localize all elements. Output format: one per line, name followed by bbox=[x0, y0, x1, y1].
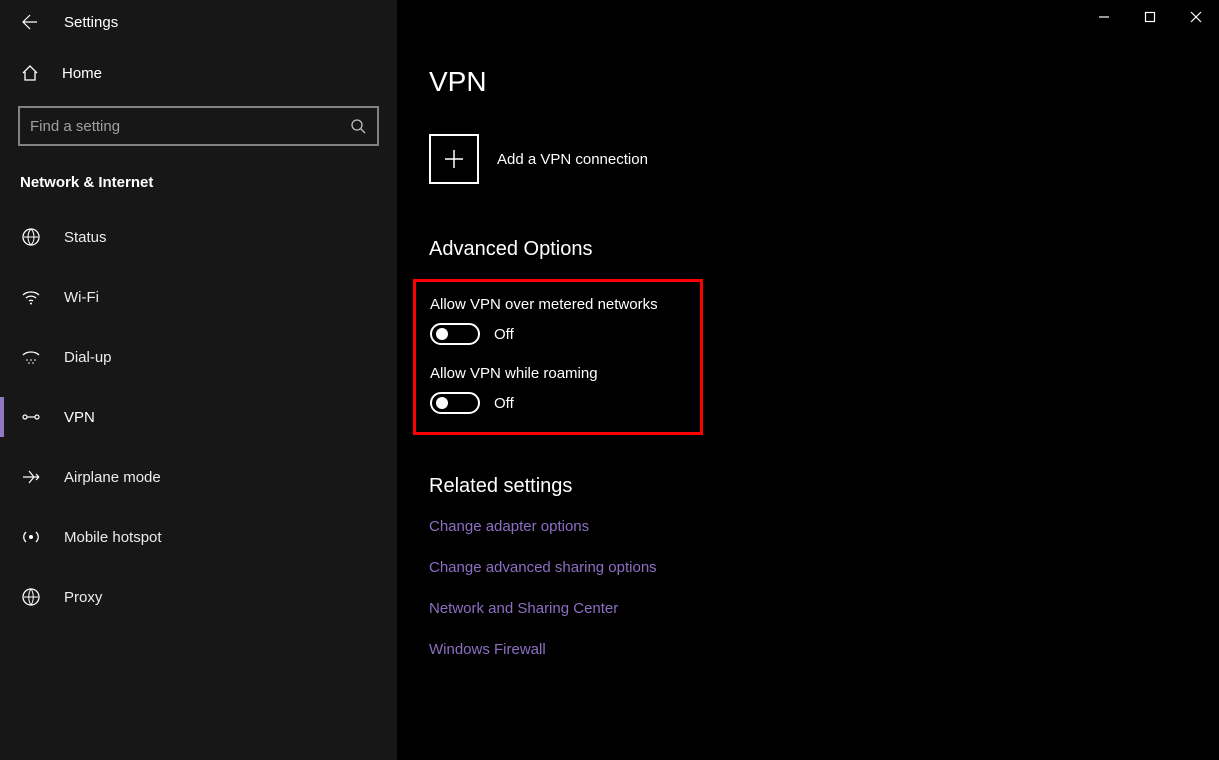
nav-item-airplane[interactable]: Airplane mode bbox=[0, 447, 397, 507]
search-icon bbox=[349, 117, 367, 135]
nav-label: Wi-Fi bbox=[64, 289, 99, 306]
close-icon bbox=[1190, 11, 1202, 23]
maximize-button[interactable] bbox=[1127, 0, 1173, 34]
category-heading: Network & Internet bbox=[0, 146, 397, 207]
toggle-metered-state: Off bbox=[494, 326, 514, 343]
main-content: VPN Add a VPN connection Advanced Option… bbox=[397, 0, 1219, 760]
wifi-icon bbox=[20, 287, 42, 307]
nav-item-dialup[interactable]: Dial-up bbox=[0, 327, 397, 387]
toggle-roaming[interactable] bbox=[430, 392, 480, 414]
add-vpn-button[interactable]: Add a VPN connection bbox=[429, 134, 1219, 184]
nav-item-vpn[interactable]: VPN bbox=[0, 387, 397, 447]
toggle-knob bbox=[436, 328, 448, 340]
status-icon bbox=[20, 227, 42, 247]
toggle-roaming-state: Off bbox=[494, 395, 514, 412]
option-roaming-label: Allow VPN while roaming bbox=[430, 365, 680, 382]
highlight-annotation: Allow VPN over metered networks Off Allo… bbox=[413, 279, 703, 435]
back-button[interactable] bbox=[16, 10, 40, 34]
link-advanced-sharing[interactable]: Change advanced sharing options bbox=[429, 559, 1219, 576]
nav-item-proxy[interactable]: Proxy bbox=[0, 567, 397, 627]
sidebar-titlebar: Settings bbox=[0, 0, 397, 44]
proxy-icon bbox=[20, 587, 42, 607]
option-metered: Allow VPN over metered networks Off bbox=[430, 296, 680, 345]
toggle-knob bbox=[436, 397, 448, 409]
app-title: Settings bbox=[64, 14, 118, 31]
window-controls bbox=[1081, 0, 1219, 34]
nav-item-hotspot[interactable]: Mobile hotspot bbox=[0, 507, 397, 567]
related-links: Change adapter options Change advanced s… bbox=[429, 518, 1219, 658]
maximize-icon bbox=[1144, 11, 1156, 23]
close-button[interactable] bbox=[1173, 0, 1219, 34]
nav-label: Proxy bbox=[64, 589, 102, 606]
toggle-metered[interactable] bbox=[430, 323, 480, 345]
advanced-options-heading: Advanced Options bbox=[429, 238, 1219, 261]
minimize-icon bbox=[1098, 11, 1110, 23]
search-input[interactable] bbox=[30, 118, 349, 135]
add-vpn-label: Add a VPN connection bbox=[497, 151, 648, 168]
arrow-left-icon bbox=[19, 13, 37, 31]
nav-item-wifi[interactable]: Wi-Fi bbox=[0, 267, 397, 327]
nav-list: Status Wi-Fi Dial-up VPN bbox=[0, 207, 397, 627]
nav-label: Mobile hotspot bbox=[64, 529, 162, 546]
link-firewall[interactable]: Windows Firewall bbox=[429, 641, 1219, 658]
nav-label: Airplane mode bbox=[64, 469, 161, 486]
hotspot-icon bbox=[20, 527, 42, 547]
vpn-icon bbox=[20, 407, 42, 427]
search-box[interactable] bbox=[18, 106, 379, 146]
option-roaming: Allow VPN while roaming Off bbox=[430, 365, 680, 414]
nav-label: Status bbox=[64, 229, 107, 246]
dialup-icon bbox=[20, 347, 42, 367]
home-icon bbox=[20, 64, 40, 82]
nav-label: VPN bbox=[64, 409, 95, 426]
minimize-button[interactable] bbox=[1081, 0, 1127, 34]
plus-icon bbox=[429, 134, 479, 184]
airplane-icon bbox=[20, 467, 42, 487]
home-label: Home bbox=[62, 65, 102, 82]
nav-label: Dial-up bbox=[64, 349, 112, 366]
related-settings-heading: Related settings bbox=[429, 475, 1219, 498]
link-sharing-center[interactable]: Network and Sharing Center bbox=[429, 600, 1219, 617]
home-nav[interactable]: Home bbox=[0, 44, 397, 102]
sidebar: Settings Home Network & Internet Status bbox=[0, 0, 397, 760]
link-adapter-options[interactable]: Change adapter options bbox=[429, 518, 1219, 535]
option-metered-label: Allow VPN over metered networks bbox=[430, 296, 680, 313]
nav-item-status[interactable]: Status bbox=[0, 207, 397, 267]
